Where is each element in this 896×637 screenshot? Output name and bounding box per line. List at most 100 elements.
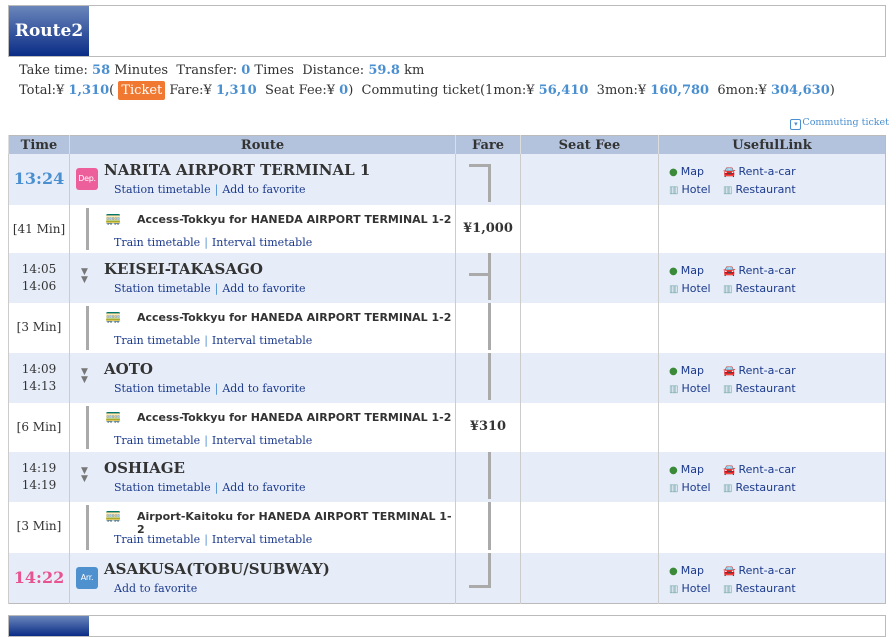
add-to-favorite-link[interactable]: Add to favorite bbox=[222, 382, 305, 395]
time-cell: 14:22 bbox=[8, 553, 70, 604]
separator: | bbox=[214, 382, 219, 395]
rent-a-car-link[interactable]: 🚘 Rent-a-car bbox=[723, 362, 813, 380]
station-timetable-link[interactable]: Station timetable bbox=[114, 382, 211, 395]
rent-a-car-icon: 🚘 bbox=[723, 167, 736, 178]
hotel-link[interactable]: ▥ Hotel bbox=[669, 580, 723, 598]
fare-line bbox=[488, 452, 491, 499]
hotel-link[interactable]: ▥ Hotel bbox=[669, 479, 723, 497]
route-cell: Arr. ASAKUSA(TOBU/SUBWAY) Add to favorite bbox=[69, 553, 456, 604]
label: km bbox=[399, 63, 425, 78]
train-name: Access-Tokkyu for HANEDA AIRPORT TERMINA… bbox=[137, 213, 452, 226]
arrival-time: 14:05 bbox=[21, 262, 57, 276]
map-link[interactable]: ● Map bbox=[669, 461, 723, 479]
rent-a-car-link-label: Rent-a-car bbox=[738, 364, 796, 377]
station-name[interactable]: AOTO bbox=[104, 360, 153, 378]
ticket-fare: 1,310 bbox=[215, 83, 257, 98]
segment-fare: ¥310 bbox=[469, 419, 507, 434]
via-station-icon: ▼ ▼ bbox=[81, 267, 88, 285]
route-cell: ▼ ▼ OSHIAGE Station timetable | Add to favori… bbox=[69, 452, 456, 502]
rent-a-car-link[interactable]: 🚘 Rent-a-car bbox=[723, 163, 813, 181]
restaurant-link[interactable]: ▥ Restaurant bbox=[723, 479, 813, 497]
time-cell: [41 Min] bbox=[8, 205, 70, 253]
train-timetable-link[interactable]: Train timetable bbox=[114, 334, 200, 347]
rent-a-car-link[interactable]: 🚘 Rent-a-car bbox=[723, 262, 813, 280]
train-timetable-link[interactable]: Train timetable bbox=[114, 236, 200, 249]
interval-timetable-link[interactable]: Interval timetable bbox=[212, 533, 312, 546]
map-link[interactable]: ● Map bbox=[669, 163, 723, 181]
arrival-icon: Arr. bbox=[76, 567, 98, 589]
rent-a-car-icon: 🚘 bbox=[723, 366, 736, 377]
useful-link-cell: ● Map 🚘 Rent-a-car ▥ Hotel ▥ Restaurant bbox=[658, 452, 886, 502]
map-link[interactable]: ● Map bbox=[669, 362, 723, 380]
duration: [3 Min] bbox=[16, 320, 62, 334]
seat-fee-cell bbox=[520, 403, 659, 452]
add-to-favorite-link[interactable]: Add to favorite bbox=[222, 183, 305, 196]
next-route-header bbox=[8, 615, 886, 637]
station-name[interactable]: ASAKUSA(TOBU/SUBWAY) bbox=[104, 560, 330, 578]
restaurant-link[interactable]: ▥ Restaurant bbox=[723, 280, 813, 298]
header-time: Time bbox=[8, 135, 70, 154]
segment-fare: ¥1,000 bbox=[463, 221, 513, 236]
seat-fee-cell bbox=[520, 253, 659, 303]
hotel-link-label: Hotel bbox=[681, 183, 711, 196]
seat-fee-cell bbox=[520, 303, 659, 353]
station-name[interactable]: OSHIAGE bbox=[104, 459, 185, 477]
fare-line bbox=[488, 353, 491, 400]
train-links: Train timetable | Interval timetable bbox=[114, 236, 312, 249]
hotel-link[interactable]: ▥ Hotel bbox=[669, 181, 723, 199]
station-row: 14:05 14:06 ▼ ▼ KEISEI-TAKASAGO Station timet… bbox=[8, 253, 886, 303]
hotel-icon: ▥ bbox=[669, 384, 679, 395]
station-time: 14:22 bbox=[13, 568, 65, 587]
next-route-tab[interactable] bbox=[9, 616, 89, 636]
summary-line-1: Take time: 58 Minutes Transfer: 0 Times … bbox=[19, 63, 424, 78]
label: Minutes Transfer: bbox=[110, 63, 242, 78]
separator: | bbox=[204, 533, 208, 546]
commuting-ticket-link[interactable]: ▾ Commuting ticket bbox=[790, 117, 889, 130]
add-to-favorite-link[interactable]: Add to favorite bbox=[222, 481, 305, 494]
fare-line bbox=[488, 253, 491, 300]
rent-a-car-link[interactable]: 🚘 Rent-a-car bbox=[723, 562, 813, 580]
restaurant-link[interactable]: ▥ Restaurant bbox=[723, 181, 813, 199]
take-time: 58 bbox=[92, 63, 111, 78]
station-timetable-link[interactable]: Station timetable bbox=[114, 481, 211, 494]
useful-link-cell: ● Map 🚘 Rent-a-car ▥ Hotel ▥ Restaurant bbox=[658, 253, 886, 303]
route-cell: 🚃 Access-Tokkyu for HANEDA AIRPORT TERMIN… bbox=[69, 403, 456, 452]
hotel-link[interactable]: ▥ Hotel bbox=[669, 280, 723, 298]
station-row: 14:09 14:13 ▼ ▼ AOTO Station timetable | Add to… bbox=[8, 353, 886, 403]
route-line bbox=[86, 505, 89, 550]
seat-fee: 0 bbox=[339, 83, 349, 98]
add-to-favorite-link[interactable]: Add to favorite bbox=[222, 282, 305, 295]
fare-cell bbox=[455, 353, 521, 403]
fare-cell: ¥310 bbox=[455, 403, 521, 452]
fare-line bbox=[488, 553, 491, 588]
restaurant-link[interactable]: ▥ Restaurant bbox=[723, 580, 813, 598]
map-link[interactable]: ● Map bbox=[669, 562, 723, 580]
station-name[interactable]: KEISEI-TAKASAGO bbox=[104, 260, 263, 278]
seat-fee-cell bbox=[520, 205, 659, 253]
restaurant-link[interactable]: ▥ Restaurant bbox=[723, 380, 813, 398]
interval-timetable-link[interactable]: Interval timetable bbox=[212, 434, 312, 447]
rent-a-car-icon: 🚘 bbox=[723, 465, 736, 476]
train-timetable-link[interactable]: Train timetable bbox=[114, 434, 200, 447]
ticket-badge: Ticket bbox=[118, 81, 166, 100]
train-timetable-link[interactable]: Train timetable bbox=[114, 533, 200, 546]
map-link-label: Map bbox=[680, 165, 704, 178]
rent-a-car-link[interactable]: 🚘 Rent-a-car bbox=[723, 461, 813, 479]
station-timetable-link[interactable]: Station timetable bbox=[114, 282, 211, 295]
useful-links: ● Map 🚘 Rent-a-car ▥ Hotel ▥ Restaurant bbox=[669, 362, 813, 398]
label: 3mon:¥ bbox=[588, 83, 651, 98]
interval-timetable-link[interactable]: Interval timetable bbox=[212, 334, 312, 347]
time-cell: [6 Min] bbox=[8, 403, 70, 452]
station-name[interactable]: NARITA AIRPORT TERMINAL 1 bbox=[104, 161, 370, 179]
route-cell: 🚃 Access-Tokkyu for HANEDA AIRPORT TERMIN… bbox=[69, 205, 456, 253]
map-link-label: Map bbox=[680, 264, 704, 277]
add-to-favorite-link[interactable]: Add to favorite bbox=[114, 582, 197, 595]
station-timetable-link[interactable]: Station timetable bbox=[114, 183, 211, 196]
interval-timetable-link[interactable]: Interval timetable bbox=[212, 236, 312, 249]
map-link[interactable]: ● Map bbox=[669, 262, 723, 280]
segment-row: [41 Min] 🚃 Access-Tokkyu for HANEDA AIRPOR… bbox=[8, 205, 886, 253]
hotel-link[interactable]: ▥ Hotel bbox=[669, 380, 723, 398]
label: Take time: bbox=[19, 63, 93, 78]
fare-line bbox=[469, 164, 491, 167]
via-station-icon: ▼ ▼ bbox=[81, 367, 88, 385]
